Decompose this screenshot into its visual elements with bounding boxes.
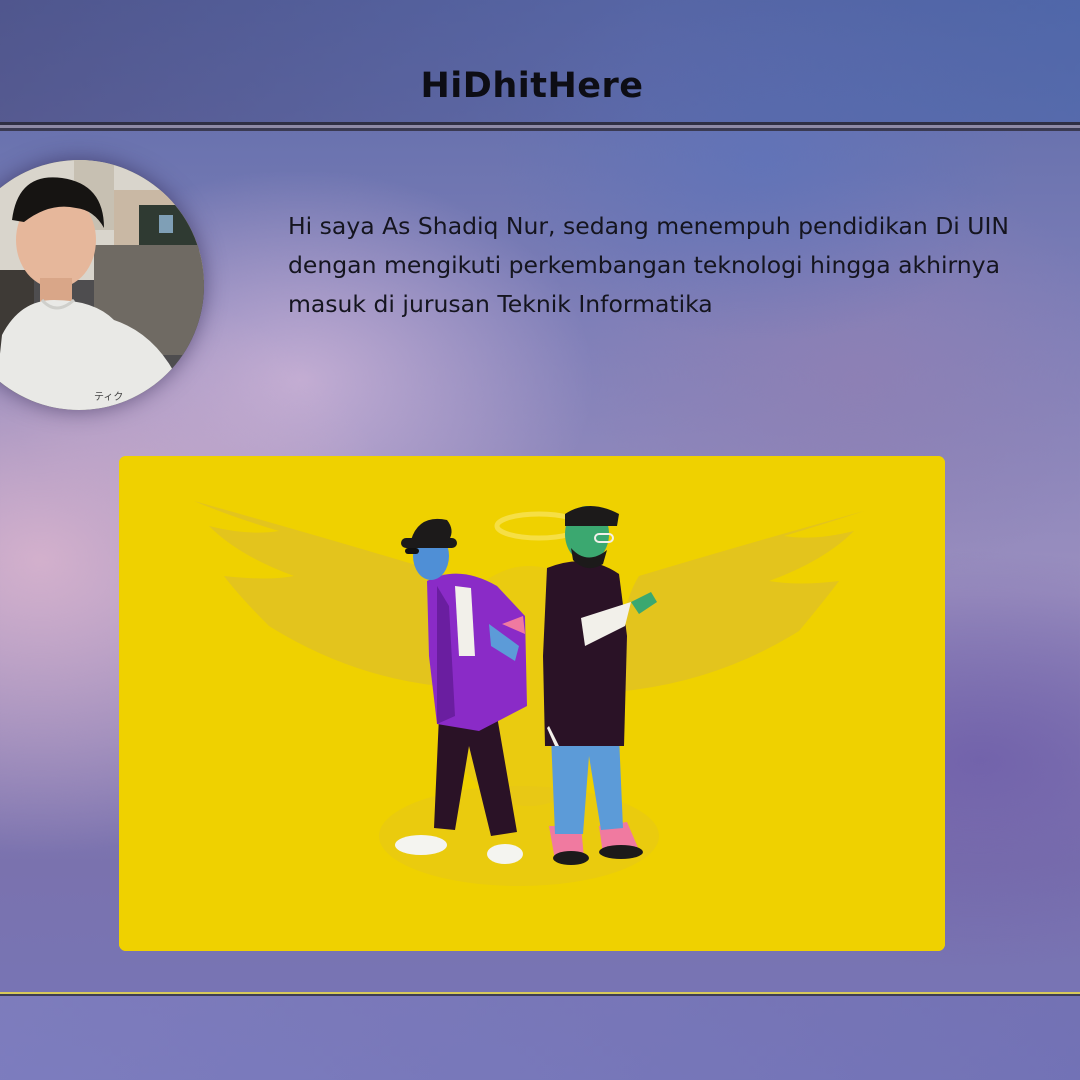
bio-line-2: dengan mengikuti perkembangan teknologi … (288, 251, 1000, 279)
profile-avatar: ティク (0, 160, 204, 410)
hero-illustration (119, 456, 945, 951)
site-footer (0, 992, 1080, 1080)
bio-line-1: Hi saya As Shadiq Nur, sedang menempuh p… (288, 212, 1009, 240)
site-header: HiDhitHere (0, 0, 1080, 125)
avatar-photo: ティク (0, 160, 204, 410)
bio-line-3: masuk di jurusan Teknik Informatika (288, 290, 713, 318)
svg-text:ティク: ティク (94, 391, 123, 403)
bio-section: Hi saya As Shadiq Nur, sedang menempuh p… (288, 207, 1080, 337)
illustration-artwork (119, 456, 945, 951)
site-title[interactable]: HiDhitHere (0, 66, 1064, 106)
